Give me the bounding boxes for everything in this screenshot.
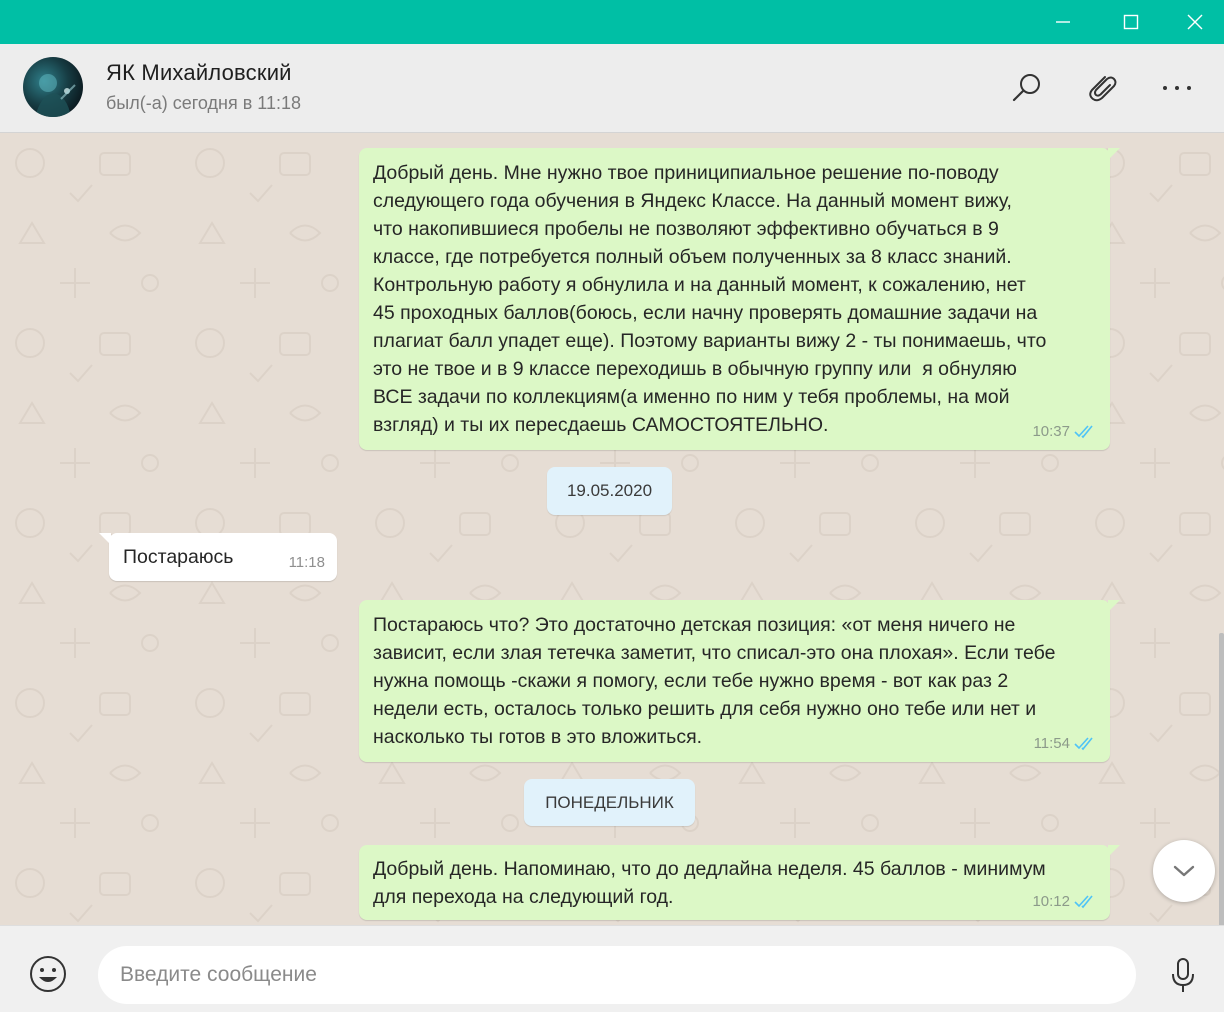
more-options-button[interactable] [1155, 66, 1199, 110]
bubble-tail [1108, 600, 1120, 612]
date-separator-label: 19.05.2020 [566, 481, 653, 500]
maximize-icon [1123, 14, 1139, 30]
close-icon [1187, 14, 1203, 30]
contact-name[interactable]: ЯК Михайловский [106, 60, 292, 86]
message-meta: 11:18 [289, 549, 325, 577]
message-incoming[interactable]: Постараюсь 11:18 [99, 533, 337, 581]
scroll-to-bottom-button[interactable] [1153, 840, 1215, 902]
composer-bar [0, 925, 1224, 1012]
chat-header: ЯК Михайловский был(-а) сегодня в 11:18 [0, 44, 1224, 133]
avatar-image [35, 74, 76, 117]
message-text: Добрый день. Напоминаю, что до дедлайна … [373, 858, 1046, 908]
emoji-icon [30, 956, 66, 992]
message-time: 11:18 [288, 554, 325, 571]
read-receipt-icon [1074, 737, 1093, 751]
minimize-icon [1056, 21, 1070, 23]
message-outgoing[interactable]: Добрый день. Напоминаю, что до дедлайна … [359, 845, 1120, 920]
date-separator: ПОНЕДЕЛЬНИК [524, 779, 695, 826]
message-outgoing[interactable]: Постараюсь что? Это достаточно детская п… [359, 600, 1120, 762]
chat-area[interactable]: Добрый день. Мне нужно твое приниципиаль… [0, 133, 1224, 925]
message-time: 10:37 [1032, 423, 1070, 440]
voice-message-button[interactable] [1162, 953, 1204, 999]
date-separator: 19.05.2020 [547, 467, 672, 515]
read-receipt-icon [1074, 425, 1093, 439]
contact-last-seen: был(-а) сегодня в 11:18 [106, 93, 302, 113]
attach-button[interactable] [1080, 66, 1124, 110]
message-text: Добрый день. Мне нужно твое приниципиаль… [373, 162, 1047, 436]
chevron-down-icon [1173, 865, 1195, 877]
maximize-button[interactable] [1098, 0, 1164, 44]
minimize-button[interactable] [1030, 0, 1096, 44]
message-meta: 10:12 [1032, 888, 1098, 916]
message-text: Постараюсь [123, 546, 234, 568]
message-outgoing[interactable]: Добрый день. Мне нужно твое приниципиаль… [359, 148, 1120, 450]
message-input[interactable] [98, 946, 1136, 1004]
bubble-tail [1108, 148, 1120, 160]
message-meta: 11:54 [1034, 730, 1098, 758]
message-meta: 10:37 [1032, 418, 1098, 446]
search-button[interactable] [1005, 66, 1049, 110]
message-text: Постараюсь что? Это достаточно детская п… [373, 614, 1056, 748]
bubble-tail [1108, 845, 1120, 857]
window-title-bar [0, 0, 1224, 44]
message-time: 10:12 [1032, 893, 1070, 910]
more-icon [1163, 86, 1191, 90]
paperclip-icon [1089, 76, 1117, 102]
read-receipt-icon [1074, 895, 1093, 909]
chat-scrollbar[interactable] [1219, 633, 1224, 925]
search-icon [1012, 74, 1040, 102]
microphone-icon [1172, 958, 1194, 992]
emoji-button[interactable] [27, 953, 69, 995]
avatar[interactable] [23, 57, 83, 117]
close-button[interactable] [1166, 0, 1224, 44]
date-separator-label: ПОНЕДЕЛЬНИК [545, 792, 674, 812]
bubble-tail [99, 533, 111, 545]
message-time: 11:54 [1033, 735, 1070, 752]
